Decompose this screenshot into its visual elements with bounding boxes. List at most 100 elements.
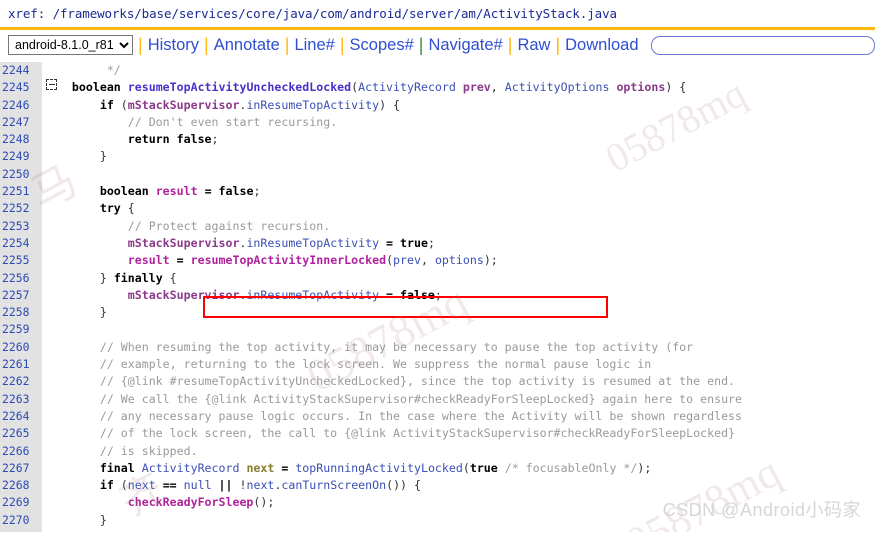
line-number[interactable]: 2258 xyxy=(0,304,36,321)
code-token: null xyxy=(183,478,212,493)
line-number[interactable]: 2267 xyxy=(0,460,36,477)
toolbar-separator: | xyxy=(284,35,290,55)
code-token: topRunningActivityLocked xyxy=(295,460,463,475)
line-number[interactable]: 2252 xyxy=(0,200,36,217)
code-token: mStackSupervisor xyxy=(127,235,240,250)
code-token: = xyxy=(386,235,394,250)
line-number-link[interactable]: Line# xyxy=(294,36,334,55)
code-line: 2248 return false; xyxy=(0,131,875,148)
code-token: ; xyxy=(211,132,219,147)
code-token: = xyxy=(386,287,394,302)
code-token: , xyxy=(490,80,505,95)
line-number[interactable]: 2270 xyxy=(0,512,36,529)
line-number[interactable]: 2249 xyxy=(0,148,36,165)
scopes-link[interactable]: Scopes# xyxy=(350,36,414,55)
code-token: true xyxy=(469,460,498,475)
line-number[interactable]: 2255 xyxy=(0,252,36,269)
line-number[interactable]: 2250 xyxy=(0,166,36,183)
line-number[interactable]: 2261 xyxy=(0,356,36,373)
code-token: || xyxy=(218,478,233,493)
code-token: next xyxy=(246,460,275,475)
line-number[interactable]: 2244 xyxy=(0,62,36,79)
line-number[interactable]: 2251 xyxy=(0,183,36,200)
code-token: boolean xyxy=(71,80,121,95)
code-token: } xyxy=(99,149,107,164)
line-number[interactable]: 2247 xyxy=(0,114,36,131)
code-token: resumeTopActivityInnerLocked xyxy=(190,253,387,268)
line-number[interactable]: 2260 xyxy=(0,339,36,356)
download-link[interactable]: Download xyxy=(565,36,638,55)
navigate-link[interactable]: Navigate# xyxy=(428,36,502,55)
toolbar-separator: | xyxy=(339,35,345,55)
line-number[interactable]: 2248 xyxy=(0,131,36,148)
search-input[interactable] xyxy=(650,35,875,55)
code-token: ; xyxy=(427,235,435,250)
line-number[interactable]: 2271 xyxy=(0,529,36,532)
line-number[interactable]: 2253 xyxy=(0,218,36,235)
code-line: 2252 try { xyxy=(0,200,875,217)
code-line: 2268 if (next == null || !next.canTurnSc… xyxy=(0,477,875,494)
code-line: 2261 // example, returning to the lock s… xyxy=(0,356,875,373)
line-number[interactable]: 2254 xyxy=(0,235,36,252)
code-token: = xyxy=(176,253,184,268)
line-number[interactable]: 2269 xyxy=(0,494,36,511)
code-token: false xyxy=(218,184,254,199)
code-line: 2265 // of the lock screen, the call to … xyxy=(0,425,875,442)
line-number[interactable]: 2266 xyxy=(0,443,36,460)
code-token: false xyxy=(176,132,212,147)
code-token: // We call the {@link ActivityStackSuper… xyxy=(99,391,743,406)
code-token: inResumeTopActivity xyxy=(246,97,380,112)
code-token: /* focusableOnly */ xyxy=(504,460,638,475)
code-line: 2263 // We call the {@link ActivityStack… xyxy=(0,391,875,408)
line-number[interactable]: 2268 xyxy=(0,477,36,494)
code-line: 2254 mStackSupervisor.inResumeTopActivit… xyxy=(0,235,875,252)
line-number[interactable]: 2256 xyxy=(0,270,36,287)
xref-path-breadcrumb: xref: /frameworks/base/services/core/jav… xyxy=(0,0,875,21)
raw-link[interactable]: Raw xyxy=(517,36,550,55)
annotate-link[interactable]: Annotate xyxy=(214,36,280,55)
code-line: 2257 mStackSupervisor.inResumeTopActivit… xyxy=(0,287,875,304)
code-token: next xyxy=(127,478,156,493)
line-number[interactable]: 2259 xyxy=(0,321,36,338)
toolbar-separator: | xyxy=(138,35,143,55)
code-token: } xyxy=(99,512,107,527)
code-token: ( xyxy=(113,478,128,493)
line-number[interactable]: 2265 xyxy=(0,425,36,442)
line-number[interactable]: 2245 xyxy=(0,79,36,96)
code-token: options xyxy=(616,80,666,95)
xref-file-path[interactable]: /frameworks/base/services/core/java/com/… xyxy=(53,6,617,21)
line-number[interactable]: 2262 xyxy=(0,373,36,390)
version-select[interactable]: android-8.1.0_r81 xyxy=(8,35,133,55)
code-viewer: 2244 */2245 boolean resumeTopActivityUnc… xyxy=(0,62,875,532)
code-line: 2269 checkReadyForSleep(); xyxy=(0,494,875,511)
code-token: { xyxy=(120,201,135,216)
line-number[interactable]: 2263 xyxy=(0,391,36,408)
toolbar-separator: | xyxy=(507,35,513,55)
code-token: ( xyxy=(386,253,394,268)
code-token: checkReadyForSleep xyxy=(127,495,254,510)
line-number[interactable]: 2257 xyxy=(0,287,36,304)
history-link[interactable]: History xyxy=(148,36,199,55)
code-token: ! xyxy=(232,478,247,493)
code-line: 2255 result = resumeTopActivityInnerLock… xyxy=(0,252,875,269)
code-fold-icon[interactable] xyxy=(46,79,57,91)
line-number[interactable]: 2264 xyxy=(0,408,36,425)
source-code[interactable]: 2244 */2245 boolean resumeTopActivityUnc… xyxy=(0,62,875,532)
line-number[interactable]: 2246 xyxy=(0,97,36,114)
